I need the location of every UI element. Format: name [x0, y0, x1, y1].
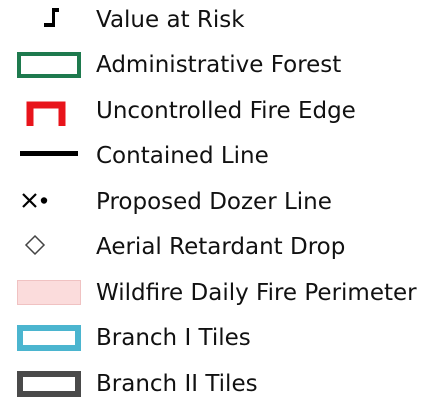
aerial-retardant-drop-diamond-icon — [24, 234, 46, 256]
legend-item-proposed-dozer-line: Proposed Dozer Line — [0, 182, 428, 222]
legend-label: Proposed Dozer Line — [96, 189, 332, 215]
legend-label: Aerial Retardant Drop — [96, 234, 346, 260]
proposed-dozer-line-icon — [22, 193, 48, 208]
legend-label: Contained Line — [96, 143, 269, 169]
legend-label: Value at Risk — [96, 7, 245, 33]
legend-label: Uncontrolled Fire Edge — [96, 98, 356, 124]
legend-item-aerial-retardant-drop: Aerial Retardant Drop — [0, 227, 428, 267]
legend-item-branch-ii-tiles: Branch II Tiles — [0, 364, 428, 404]
map-legend: Value at Risk Administrative Forest Unco… — [0, 0, 428, 404]
branch-ii-tiles-outline-icon — [17, 371, 81, 397]
uncontrolled-fire-edge-icon — [26, 101, 66, 126]
wildfire-perimeter-fill-icon — [17, 280, 81, 305]
value-at-risk-flag-icon — [44, 8, 59, 27]
administrative-forest-outline-icon — [17, 52, 81, 78]
contained-line-icon — [20, 151, 78, 156]
branch-i-tiles-outline-icon — [17, 325, 81, 351]
legend-label: Wildfire Daily Fire Perimeter — [96, 280, 417, 306]
legend-label: Administrative Forest — [96, 52, 342, 78]
legend-item-branch-i-tiles: Branch I Tiles — [0, 318, 428, 358]
legend-item-contained-line: Contained Line — [0, 136, 428, 176]
legend-label: Branch II Tiles — [96, 371, 258, 397]
legend-label: Branch I Tiles — [96, 325, 251, 351]
legend-item-administrative-forest: Administrative Forest — [0, 45, 428, 85]
legend-item-uncontrolled-fire-edge: Uncontrolled Fire Edge — [0, 91, 428, 131]
legend-item-value-at-risk: Value at Risk — [0, 0, 428, 40]
legend-item-wildfire-daily-fire-perimeter: Wildfire Daily Fire Perimeter — [0, 273, 428, 313]
